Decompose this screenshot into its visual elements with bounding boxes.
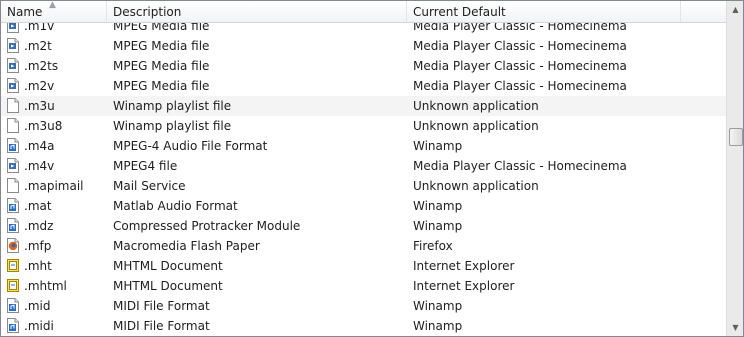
row-extension: .m3u — [24, 99, 55, 113]
list-rows: .m1v MPEG Media file Media Player Classic … — [1, 23, 726, 336]
blank-file-icon — [7, 178, 19, 193]
row-extension: .mhtml — [24, 279, 67, 293]
row-extension: .midi — [24, 319, 54, 333]
ie-file-icon — [7, 278, 19, 293]
column-header-current-default[interactable]: Current Default — [407, 1, 681, 22]
column-header-description[interactable]: Description — [107, 1, 407, 22]
row-description: Winamp playlist file — [113, 119, 232, 133]
winamp-file-icon — [7, 318, 19, 333]
row-current-default: Media Player Classic - Homecinema — [413, 39, 627, 53]
row-description: Compressed Protracker Module — [113, 219, 301, 233]
table-row[interactable]: .m2v MPEG Media file Media Player Classic … — [1, 76, 726, 96]
table-row[interactable]: .mht MHTML Document Internet Explorer — [1, 256, 726, 276]
table-row[interactable]: .m4a MPEG-4 Audio File Format Winamp — [1, 136, 726, 156]
winamp-file-icon — [7, 298, 19, 313]
table-row[interactable]: .mhtml MHTML Document Internet Explorer — [1, 276, 726, 296]
scrollbar-thumb[interactable] — [729, 128, 743, 146]
row-current-default: Unknown application — [413, 99, 539, 113]
row-extension: .mht — [24, 259, 52, 273]
sort-ascending-icon: ▲ — [49, 0, 56, 10]
row-description: Macromedia Flash Paper — [113, 239, 260, 253]
row-extension: .mapimail — [24, 179, 84, 193]
row-description: MIDI File Format — [113, 319, 210, 333]
table-row[interactable]: .m3u Winamp playlist file Unknown applicat… — [1, 96, 726, 116]
media-player-file-icon — [7, 78, 19, 93]
vertical-scrollbar[interactable]: ▲ ▼ — [726, 1, 743, 336]
table-row[interactable]: .m2t MPEG Media file Media Player Classic … — [1, 36, 726, 56]
row-description: MHTML Document — [113, 259, 223, 273]
row-current-default: Internet Explorer — [413, 259, 515, 273]
row-current-default: Media Player Classic - Homecinema — [413, 159, 627, 173]
row-description: MPEG-4 Audio File Format — [113, 139, 268, 153]
table-row[interactable]: .m2ts MPEG Media file Media Player Classic… — [1, 56, 726, 76]
media-player-file-icon — [7, 38, 19, 53]
row-current-default: Unknown application — [413, 179, 539, 193]
table-row[interactable]: .mfp Macromedia Flash Paper Firefox — [1, 236, 726, 256]
row-description: MPEG Media file — [113, 79, 210, 93]
winamp-file-icon — [7, 198, 19, 213]
row-current-default: Unknown application — [413, 119, 539, 133]
row-extension: .mdz — [24, 219, 54, 233]
row-extension: .m3u8 — [24, 119, 63, 133]
winamp-file-icon — [7, 218, 19, 233]
media-player-file-icon — [7, 158, 19, 173]
row-current-default: Media Player Classic - Homecinema — [413, 59, 627, 73]
row-description: MIDI File Format — [113, 299, 210, 313]
row-extension: .m4a — [24, 139, 55, 153]
scroll-down-button[interactable]: ▼ — [727, 319, 743, 336]
row-current-default: Internet Explorer — [413, 279, 515, 293]
row-description: Mail Service — [113, 179, 186, 193]
ie-file-icon — [7, 258, 19, 273]
media-player-file-icon — [7, 58, 19, 73]
row-description: Winamp playlist file — [113, 99, 232, 113]
row-current-default: Winamp — [413, 199, 463, 213]
row-extension: .mat — [24, 199, 52, 213]
row-current-default: Winamp — [413, 299, 463, 313]
table-row[interactable]: .mat Matlab Audio Format Winamp — [1, 196, 726, 216]
blank-file-icon — [7, 118, 19, 133]
row-description: MPEG Media file — [113, 23, 210, 33]
row-current-default: Winamp — [413, 319, 463, 333]
table-row[interactable]: .mid MIDI File Format Winamp — [1, 296, 726, 316]
table-row[interactable]: .mdz Compressed Protracker Module Winamp — [1, 216, 726, 236]
list-header: Name ▲ Description Current Default — [1, 1, 726, 23]
winamp-file-icon — [7, 138, 19, 153]
column-header-name-label: Name — [7, 5, 43, 19]
row-current-default: Firefox — [413, 239, 453, 253]
media-player-file-icon — [7, 23, 19, 33]
row-extension: .m4v — [24, 159, 55, 173]
row-current-default: Media Player Classic - Homecinema — [413, 23, 627, 33]
table-row[interactable]: .m4v MPEG4 file Media Player Classic - Hom… — [1, 156, 726, 176]
file-associations-list: Name ▲ Description Current Default .m1v M… — [0, 0, 744, 337]
row-current-default: Winamp — [413, 219, 463, 233]
firefox-file-icon — [7, 238, 19, 253]
blank-file-icon — [7, 98, 19, 113]
row-extension: .m1v — [24, 23, 55, 33]
row-extension: .m2t — [24, 39, 52, 53]
row-current-default: Winamp — [413, 139, 463, 153]
list-body: .m1v MPEG Media file Media Player Classic … — [1, 23, 726, 336]
row-description: MPEG Media file — [113, 39, 210, 53]
table-row[interactable]: .m3u8 Winamp playlist file Unknown applica… — [1, 116, 726, 136]
row-extension: .m2ts — [24, 59, 59, 73]
column-header-name[interactable]: Name ▲ — [1, 1, 107, 22]
column-header-current-default-label: Current Default — [413, 5, 506, 19]
row-extension: .mfp — [24, 239, 52, 253]
row-description: Matlab Audio Format — [113, 199, 238, 213]
row-description: MHTML Document — [113, 279, 223, 293]
row-description: MPEG Media file — [113, 59, 210, 73]
scroll-up-button[interactable]: ▲ — [727, 1, 743, 18]
table-row[interactable]: .m1v MPEG Media file Media Player Classic … — [1, 23, 726, 36]
column-header-description-label: Description — [113, 5, 182, 19]
row-extension: .mid — [24, 299, 51, 313]
row-current-default: Media Player Classic - Homecinema — [413, 79, 627, 93]
table-row[interactable]: .midi MIDI File Format Winamp — [1, 316, 726, 336]
row-description: MPEG4 file — [113, 159, 178, 173]
row-extension: .m2v — [24, 79, 55, 93]
table-row[interactable]: .mapimail Mail Service Unknown application — [1, 176, 726, 196]
